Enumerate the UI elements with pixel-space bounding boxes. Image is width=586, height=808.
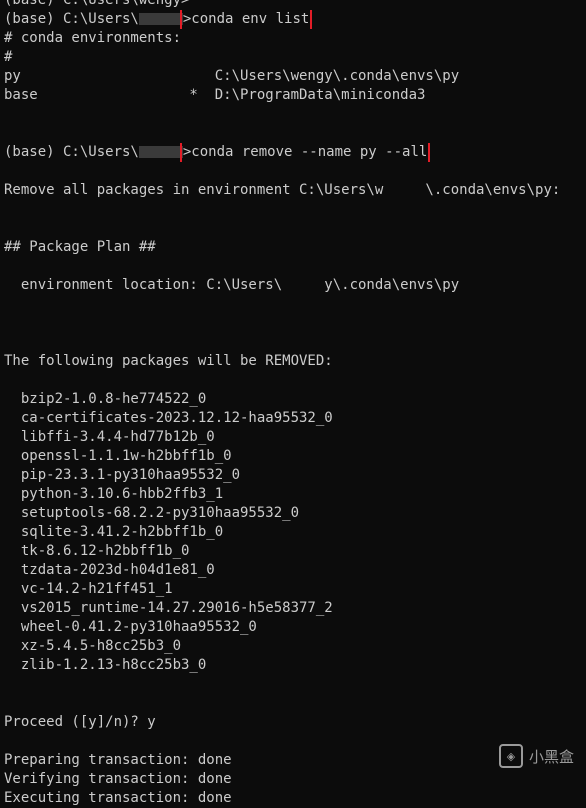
output-line: vc-14.2-h21ff451_1 <box>4 581 173 597</box>
output-line: # <box>4 49 13 65</box>
watermark: ◈ 小黑盒 <box>498 744 574 768</box>
output-line: Remove all packages in environment C:\Us… <box>4 182 561 198</box>
heybox-logo-icon: ◈ <box>498 744 523 768</box>
output-line: Executing transaction: done <box>4 790 232 806</box>
output-line: sqlite-3.41.2-h2bbff1b_0 <box>4 524 224 540</box>
output-line: xz-5.4.5-h8cc25b3_0 <box>4 638 182 654</box>
output-line: libffi-3.4.4-hd77b12b_0 <box>4 429 215 445</box>
output-line: tk-8.6.12-h2bbff1b_0 <box>4 543 190 559</box>
redacted-username <box>138 13 183 25</box>
output-line: ca-certificates-2023.12.12-haa95532_0 <box>4 410 333 426</box>
output-line: The following packages will be REMOVED: <box>4 353 333 369</box>
output-line: tzdata-2023d-h04d1e81_0 <box>4 562 215 578</box>
command-prompt-line: (base) C:\Users\ >conda remove --name py … <box>4 143 586 162</box>
output-line: pip-23.3.1-py310haa95532_0 <box>4 467 241 483</box>
output-line: (base) C:\Users\wengy> <box>4 0 190 8</box>
output-line: wheel-0.41.2-py310haa95532_0 <box>4 619 257 635</box>
command-prompt-line: (base) C:\Users\ >conda env list <box>4 10 586 29</box>
output-line: py C:\Users\wengy\.conda\envs\py <box>4 68 460 84</box>
output-line: environment location: C:\Users\ y\.conda… <box>4 277 460 293</box>
command-text: conda remove --name py --all <box>191 144 428 160</box>
prompt-prefix: (base) C:\Users\ <box>4 11 139 27</box>
highlighted-command: >conda remove --name py --all <box>179 143 431 162</box>
output-line: Proceed ([y]/n)? y <box>4 714 156 730</box>
output-line: # conda environments: <box>4 30 182 46</box>
output-line: vs2015_runtime-14.27.29016-h5e58377_2 <box>4 600 333 616</box>
output-line: setuptools-68.2.2-py310haa95532_0 <box>4 505 300 521</box>
output-line: python-3.10.6-hbb2ffb3_1 <box>4 486 224 502</box>
terminal-output: (base) C:\Users\wengy> (base) C:\Users\ >c… <box>4 0 586 808</box>
output-line: base * D:\ProgramData\miniconda3 <box>4 87 426 103</box>
output-line: Verifying transaction: done <box>4 771 232 787</box>
output-line: zlib-1.2.13-h8cc25b3_0 <box>4 657 207 673</box>
command-text: conda env list <box>191 11 310 27</box>
watermark-label: 小黑盒 <box>528 747 574 766</box>
output-line: openssl-1.1.1w-h2bbff1b_0 <box>4 448 232 464</box>
redacted-username <box>138 146 183 158</box>
output-line: ## Package Plan ## <box>4 239 156 255</box>
prompt-prefix: (base) C:\Users\ <box>4 144 139 160</box>
output-line: bzip2-1.0.8-he774522_0 <box>4 391 207 407</box>
highlighted-command: >conda env list <box>179 10 313 29</box>
